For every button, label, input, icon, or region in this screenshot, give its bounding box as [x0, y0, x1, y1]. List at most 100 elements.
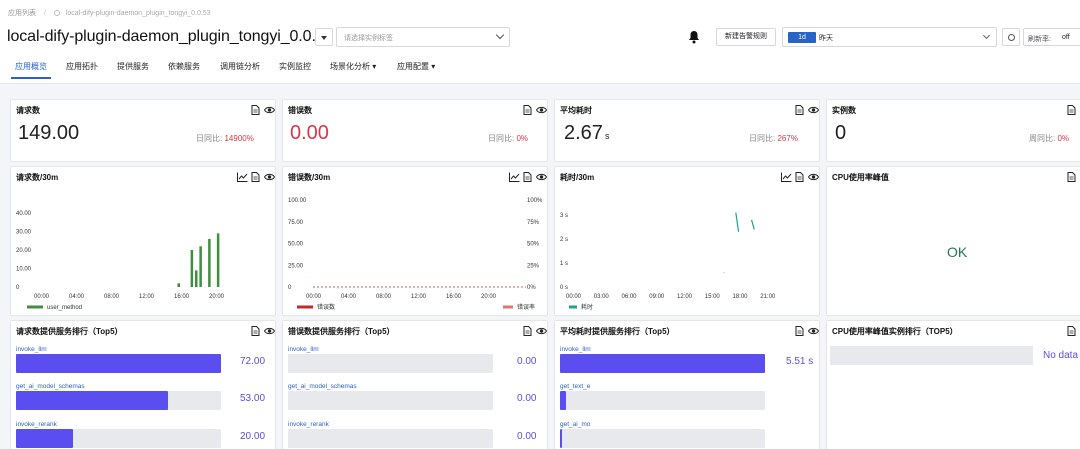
x-tick-label: 00:00	[34, 294, 50, 300]
stat-title: 平均耗时	[560, 106, 592, 115]
x-tick-label: 21:00	[760, 294, 776, 300]
doc-icon[interactable]	[1067, 326, 1076, 336]
doc-icon[interactable]	[251, 326, 260, 336]
bar	[195, 270, 198, 287]
eye-icon[interactable]	[536, 326, 547, 336]
ranking-bar-fill	[16, 354, 221, 373]
x-tick-label: 16:00	[446, 294, 462, 300]
requests-chart: 0 10.00 20.00 30.00 40.00 00:00 04:00 08:00 12:…	[16, 211, 225, 311]
time-range-select[interactable]: 1d 昨天	[782, 27, 997, 47]
y-tick-label: 50.00	[288, 242, 304, 248]
ranking-item-name[interactable]: invoke_llm	[288, 346, 319, 353]
app-icon	[53, 10, 60, 16]
y-tick-label: 2 s	[560, 237, 568, 243]
stat-compare: 日同比: 14900%	[196, 134, 254, 143]
stat-compare: 日同比: 267%	[749, 134, 798, 143]
ranking-bar-track	[288, 391, 493, 410]
card-actions	[795, 105, 819, 115]
ranking-item-value: 0.00	[517, 431, 537, 442]
tab-app-config[interactable]: 应用配置 ▾	[397, 59, 435, 79]
y-tick-label: 0	[288, 285, 292, 291]
x-tick-label: 15:00	[705, 294, 721, 300]
stat-value: 2.67 s	[564, 122, 610, 144]
chart-card-requests: 请求数/30m 0 10.00 20.00 30.00 40.00 00:00 04:00…	[10, 166, 276, 316]
ranking-item-name[interactable]: invoke_llm	[560, 346, 591, 353]
stat-value: 0.00	[290, 122, 329, 144]
doc-icon[interactable]	[1067, 105, 1076, 115]
ranking-item-name[interactable]: get_text_e	[560, 383, 590, 390]
x-tick-label: 04:00	[341, 294, 357, 300]
doc-icon[interactable]	[523, 105, 532, 115]
bar	[208, 238, 211, 287]
legend-label: user_method	[47, 305, 82, 311]
cpu-status: OK	[947, 244, 968, 260]
doc-icon[interactable]	[251, 105, 260, 115]
tab-provided-services[interactable]: 提供服务	[117, 59, 149, 79]
tab-scenario-analysis[interactable]: 场景化分析 ▾	[330, 59, 376, 79]
ranking-item-name[interactable]: get_ai_model_schemas	[288, 383, 357, 390]
ranking-item-name[interactable]: get_ai_mo	[560, 421, 590, 428]
ranking-bar-fill	[560, 354, 765, 373]
line-segment	[750, 219, 755, 230]
card-actions	[523, 326, 547, 336]
new-alert-rule-button[interactable]: 新建告警规则	[716, 28, 776, 46]
ranking-item-name[interactable]: get_ai_model_schemas	[16, 383, 85, 390]
ranking-card-errors: 错误数提供服务排行（Top5） invoke_llm 0.00 get_ai_m…	[282, 320, 548, 449]
breadcrumb-separator: /	[43, 10, 46, 17]
ranking-bar-track	[288, 429, 493, 448]
bar	[190, 250, 194, 287]
doc-icon[interactable]	[1067, 172, 1076, 182]
doc-icon[interactable]	[523, 326, 532, 336]
tab-dependent-services[interactable]: 依赖服务	[168, 59, 200, 79]
stat-compare: 周同比: 0%	[1029, 134, 1070, 143]
doc-icon[interactable]	[795, 105, 804, 115]
eye-icon[interactable]	[808, 326, 819, 336]
stat-card-errors: 错误数 0.00 日同比: 0%	[282, 99, 548, 162]
ranking-bar-fill	[560, 391, 567, 410]
x-tick-label: 04:00	[69, 294, 85, 300]
breadcrumb-root[interactable]: 应用列表	[8, 10, 36, 17]
legend-label: 错误率	[517, 303, 535, 311]
ranking-title: CPU使用率峰值实例排行（TOP5）	[832, 327, 958, 336]
ranking-item-name[interactable]: invoke_rerank	[16, 421, 57, 428]
time-range-badge: 1d	[788, 32, 816, 43]
stat-card-instances: 实例数 0 周同比: 0%	[826, 99, 1080, 162]
instance-tag-select[interactable]: 请选择实例标签	[336, 27, 510, 47]
card-actions	[251, 326, 275, 336]
y-tick-label: 40.00	[16, 211, 32, 217]
ranking-title: 平均耗时提供服务排行（Top5）	[560, 327, 675, 336]
eye-icon[interactable]	[536, 105, 547, 115]
doc-icon[interactable]	[795, 326, 804, 336]
ranking-item-name[interactable]: invoke_llm	[16, 346, 47, 353]
x-tick-label: 09:00	[649, 294, 665, 300]
y-tick-label: 3 s	[560, 213, 568, 219]
top-bar: 应用列表 / local-dify-plugin-daemon_plugin_t…	[0, 0, 1080, 84]
refresh-rate-select[interactable]: 刷新率: off	[1023, 28, 1080, 46]
errors-chart: 0 25.00 50.00 75.00 100.00 0% 25% 50% 75% 100% 00…	[288, 198, 543, 311]
x-tick-label: 08:00	[376, 294, 392, 300]
chart-card-cpu: CPU使用率峰值 OK	[826, 166, 1080, 316]
stat-value: 0	[835, 122, 847, 144]
tab-topology[interactable]: 应用拓扑	[66, 59, 98, 79]
bell-icon[interactable]	[688, 30, 700, 44]
ranking-item-value: 5.51 s	[786, 356, 814, 367]
latency-chart: 0 s 1 s 2 s 3 s 00:00 03:00 06:00 09:00 12:00 15…	[560, 212, 776, 311]
refresh-button[interactable]	[1002, 28, 1020, 46]
y-tick-label: 75.00	[288, 220, 304, 226]
app-switch-dropdown[interactable]	[315, 28, 333, 46]
ranking-bar-track	[16, 354, 221, 373]
ranking-bar-track	[560, 391, 765, 410]
ranking-item-name[interactable]: invoke_rerank	[288, 421, 329, 428]
x-tick-label: 12:00	[139, 294, 155, 300]
instance-tag-placeholder: 请选择实例标签	[344, 35, 393, 42]
eye-icon[interactable]	[264, 326, 275, 336]
x-tick-label: 20:00	[209, 294, 225, 300]
eye-icon[interactable]	[264, 105, 275, 115]
eye-icon[interactable]	[808, 105, 819, 115]
y-tick-label: 100.00	[288, 198, 307, 204]
tab-instance-monitor[interactable]: 实例监控	[279, 59, 311, 79]
tab-trace-analysis[interactable]: 调用链分析	[220, 59, 260, 79]
tab-overview[interactable]: 应用概览	[11, 59, 51, 79]
stat-compare: 日同比: 0%	[488, 134, 529, 143]
card-actions	[1067, 326, 1080, 336]
